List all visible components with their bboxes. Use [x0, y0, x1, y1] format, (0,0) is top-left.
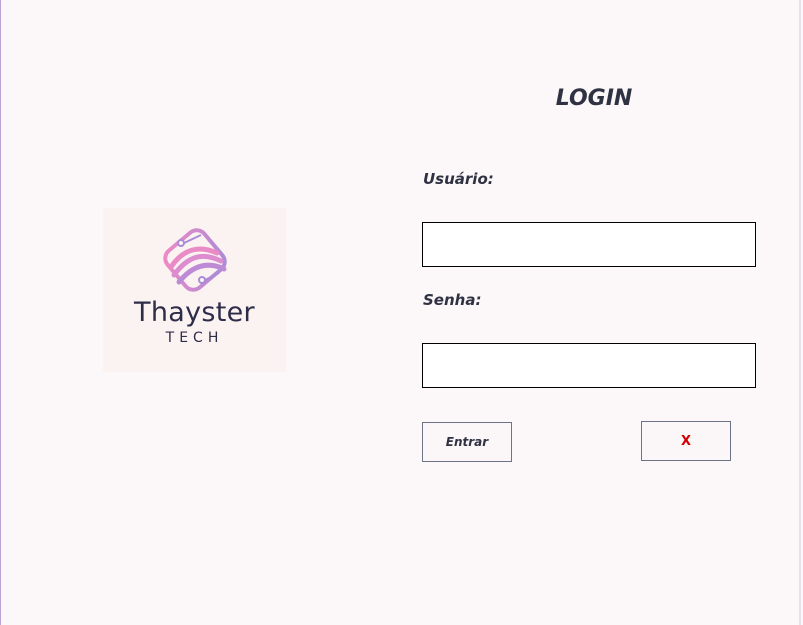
- company-logo: Thayster TECH: [103, 208, 286, 372]
- username-input[interactable]: [422, 222, 756, 267]
- logo-name: Thayster: [134, 297, 255, 328]
- password-input[interactable]: [422, 343, 756, 388]
- thayster-tech-logo-icon: [163, 228, 227, 292]
- enter-button[interactable]: Entrar: [422, 422, 512, 462]
- username-label: Usuário:: [423, 170, 494, 188]
- logo-subtitle: TECH: [165, 330, 224, 346]
- close-button[interactable]: X: [641, 421, 731, 461]
- login-title: LOGIN: [555, 86, 633, 111]
- window-border: [799, 0, 801, 625]
- password-label: Senha:: [423, 291, 482, 309]
- login-window: Thayster TECH LOGIN Usuário: Senha: Entr…: [0, 0, 801, 625]
